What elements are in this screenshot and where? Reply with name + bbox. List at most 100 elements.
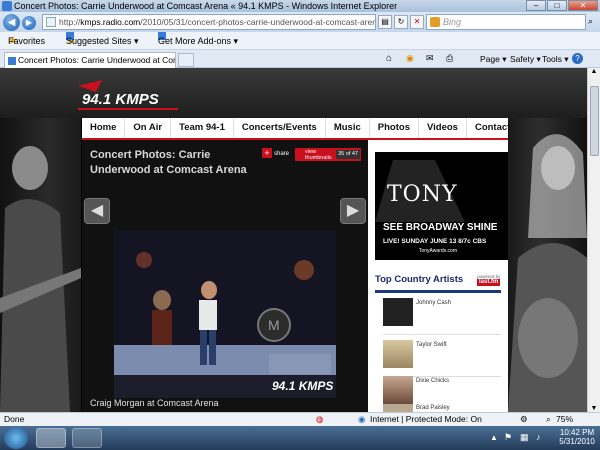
vertical-scrollbar[interactable]: ▲ ▼	[587, 68, 600, 412]
right-artist-banner	[508, 118, 587, 412]
security-zone[interactable]: Internet | Protected Mode: On	[370, 413, 482, 426]
nav-music[interactable]: Music	[326, 118, 370, 138]
status-bar: Done ◍ ◉ Internet | Protected Mode: On ⚙…	[0, 412, 600, 426]
list-item[interactable]: Johnny Cash	[383, 298, 503, 336]
feeds-icon[interactable]: ◉	[406, 53, 414, 64]
page-icon	[46, 17, 56, 27]
artist-name: Taylor Swift	[416, 342, 447, 348]
page-menu[interactable]: Page ▾	[480, 52, 506, 66]
nav-home[interactable]: Home	[82, 118, 126, 138]
nav-videos[interactable]: Videos	[419, 118, 467, 138]
scroll-down-icon[interactable]: ▼	[588, 405, 600, 412]
address-prefix: http://	[59, 17, 81, 27]
tray-up-arrow-icon[interactable]: ▲	[490, 433, 498, 442]
tab-favicon	[8, 57, 16, 65]
scrollbar-thumb[interactable]	[590, 86, 599, 156]
zoom-icon: ⌕	[546, 414, 551, 424]
svg-text:94.1 KMPS: 94.1 KMPS	[272, 379, 333, 393]
taskbar-clock[interactable]: 10:42 PM 5/31/2010	[556, 428, 598, 446]
help-icon[interactable]: ?	[572, 53, 583, 64]
tony-awards-ad[interactable]: TONY SEE BROADWAY SHINE LIVE! SUNDAY JUN…	[375, 152, 508, 260]
nav-on-air[interactable]: On Air	[125, 118, 172, 138]
gallery-title: Concert Photos: Carrie Underwood at Comc…	[90, 149, 247, 176]
tools-menu[interactable]: Tools ▾	[542, 52, 568, 66]
globe-icon: ◉	[358, 414, 366, 424]
status-text: Done	[4, 414, 25, 424]
favorites-bar: ★ Favorites ★ Suggested Sites ▾ Get More…	[0, 32, 600, 50]
zoom-level[interactable]: 75%	[556, 413, 573, 426]
ad-url: TonyAwards.com	[419, 248, 457, 254]
nav-team[interactable]: Team 94-1	[171, 118, 234, 138]
web-page: 94.1 KMPS Home On Air Team 94-1 Concerts…	[0, 68, 587, 412]
clock-time: 10:42 PM	[559, 428, 595, 437]
maximize-button[interactable]: □	[547, 0, 567, 11]
photo-caption: Craig Morgan at Comcast Arena	[90, 398, 219, 408]
gallery-photo[interactable]: M 94.1 KMPS	[114, 230, 336, 398]
window-title-bar: Concert Photos: Carrie Underwood at Comc…	[0, 0, 600, 12]
safety-menu[interactable]: Safety ▾	[510, 52, 541, 66]
left-arrow-icon[interactable]: ◀	[84, 198, 110, 224]
search-icon[interactable]: ⌕	[588, 16, 593, 27]
tray-network-icon[interactable]: ▦	[520, 432, 529, 443]
artist-thumbnail	[383, 404, 413, 412]
plus-icon: +	[262, 148, 272, 159]
photo-gallery: Concert Photos: Carrie Underwood at Comc…	[82, 140, 368, 412]
share-button[interactable]: + share	[262, 148, 290, 160]
nav-contact[interactable]: Contact	[467, 118, 518, 138]
artist-name: Johnny Cash	[416, 300, 452, 306]
mail-icon[interactable]: ✉	[426, 53, 434, 64]
ie-app-icon	[2, 1, 12, 11]
refresh-icon[interactable]: ↻	[394, 15, 408, 29]
photo-counter: 35 of 47	[336, 150, 360, 159]
artist-name: Brad Paisley	[416, 405, 450, 411]
svg-text:M: M	[268, 317, 280, 333]
start-button[interactable]	[4, 427, 28, 449]
tray-flag-icon[interactable]: ⚑	[504, 432, 512, 443]
scroll-up-icon[interactable]: ▲	[588, 68, 600, 75]
tray-volume-icon[interactable]: ♪	[536, 432, 541, 442]
nav-concerts-events[interactable]: Concerts/Events	[234, 118, 326, 138]
artist-thumbnail	[383, 298, 413, 326]
artist-name: Dixie Chicks	[416, 378, 450, 384]
address-domain: kmps.radio.com	[80, 17, 141, 27]
artists-divider	[375, 290, 501, 293]
left-artist-banner	[0, 118, 81, 412]
lastfm-logo: last.fm	[477, 279, 501, 286]
ad-headline: SEE BROADWAY SHINE	[383, 222, 498, 233]
site-nav: Home On Air Team 94-1 Concerts/Events Mu…	[82, 118, 510, 140]
clock-date: 5/31/2010	[559, 437, 595, 446]
list-item[interactable]: Taylor Swift	[383, 340, 503, 378]
search-placeholder: Bing	[443, 17, 462, 27]
home-icon[interactable]: ⌂	[386, 53, 392, 64]
privacy-icon[interactable]: ◍	[316, 413, 323, 426]
forward-button[interactable]: ▶	[22, 16, 36, 30]
minimize-button[interactable]: –	[526, 0, 546, 11]
back-button[interactable]: ◀	[3, 14, 20, 31]
svg-text:94.1 KMPS: 94.1 KMPS	[82, 91, 159, 108]
print-icon[interactable]: ⎙	[446, 53, 453, 64]
artist-thumbnail	[383, 376, 413, 404]
bing-icon	[430, 17, 440, 27]
window-controls: – □ ✕	[526, 0, 598, 11]
ad-brand: TONY	[387, 182, 458, 207]
tab-active[interactable]: Concert Photos: Carrie Underwood at Comc…	[4, 52, 176, 68]
right-arrow-icon[interactable]: ▶	[340, 198, 366, 224]
nav-photos[interactable]: Photos	[370, 118, 419, 138]
ad-airdate: LIVE! SUNDAY JUNE 13 8/7c CBS	[383, 238, 487, 245]
stop-icon[interactable]: ✕	[410, 15, 424, 29]
window-title: Concert Photos: Carrie Underwood at Comc…	[14, 1, 398, 11]
taskbar-explorer-icon[interactable]	[72, 428, 102, 448]
address-path: /2010/05/31/concert-photos-carrie-underw…	[140, 17, 376, 27]
address-input[interactable]: http://kmps.radio.com/2010/05/31/concert…	[42, 14, 376, 30]
compatibility-view-icon[interactable]: ▤	[378, 15, 392, 29]
taskbar-ie-icon[interactable]	[36, 428, 66, 448]
list-item[interactable]: Brad Paisley	[383, 404, 503, 412]
new-tab-button[interactable]	[178, 53, 194, 67]
search-input[interactable]: Bing	[426, 14, 586, 30]
site-logo[interactable]: 94.1 KMPS	[76, 78, 182, 118]
powered-by-lastfm[interactable]: powered by last.fm	[477, 274, 501, 286]
view-thumbnails-button[interactable]: view thumbnails 35 of 47	[295, 148, 361, 161]
close-button[interactable]: ✕	[568, 0, 598, 11]
protected-mode-icon: ⚙	[520, 414, 528, 424]
tab-label: Concert Photos: Carrie Underwood at Comc…	[18, 55, 175, 65]
